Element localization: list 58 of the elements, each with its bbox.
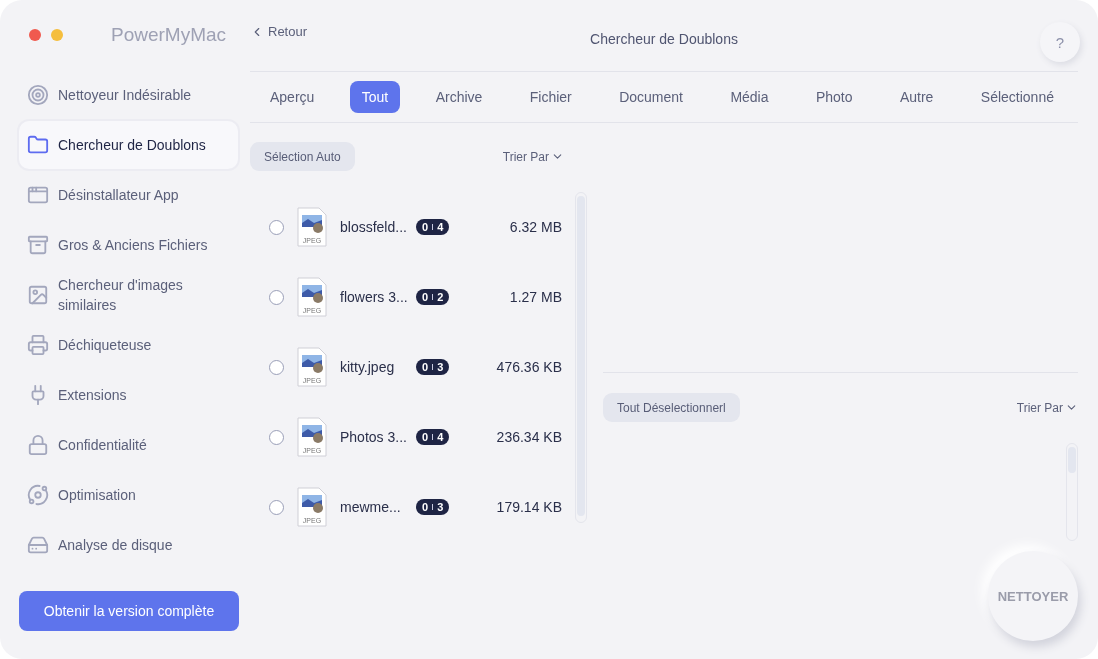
count-badge: 0 4: [416, 429, 450, 445]
orbit-icon: [27, 484, 49, 506]
printer-icon: [27, 334, 49, 356]
count-badge: 0 2: [416, 289, 450, 305]
tab[interactable]: Média: [718, 81, 781, 113]
checkbox[interactable]: [269, 289, 284, 305]
checkbox[interactable]: [269, 359, 284, 375]
app-title: PowerMyMac: [111, 24, 227, 46]
target-icon: [27, 84, 49, 106]
sidebar-item[interactable]: Gros & Anciens Fichiers: [19, 221, 238, 269]
tab[interactable]: Archive: [423, 81, 495, 113]
back-button[interactable]: Retour: [250, 24, 308, 39]
sidebar-item[interactable]: Désinstallateur App: [19, 171, 238, 219]
tab[interactable]: Tout: [349, 81, 401, 113]
sidebar-item[interactable]: Confidentialité: [19, 421, 238, 469]
count-badge: 0 4: [416, 219, 450, 235]
lock-icon: [27, 434, 49, 456]
sort-dropdown[interactable]: Trier Par: [1016, 400, 1078, 415]
file-name: mewme...: [340, 499, 402, 515]
file-size: 476.36 KB: [496, 359, 562, 375]
sidebar-item[interactable]: Extensions: [19, 371, 238, 419]
tab[interactable]: Autre: [887, 81, 946, 113]
auto-select-button[interactable]: Sélection Auto: [250, 142, 355, 171]
file-name: blossfeld...: [340, 219, 408, 235]
box-icon: [27, 234, 49, 256]
minimize-dot[interactable]: [51, 29, 63, 41]
checkbox[interactable]: [269, 429, 284, 445]
sort-dropdown[interactable]: Trier Par: [502, 149, 564, 164]
file-name: kitty.jpeg: [340, 359, 396, 375]
app-icon: [27, 184, 49, 206]
checkbox[interactable]: [269, 499, 284, 515]
tab[interactable]: Fichier: [517, 81, 584, 113]
folder-icon: [27, 134, 49, 156]
sidebar-item[interactable]: Optimisation: [19, 471, 238, 519]
tab[interactable]: Aperçu: [258, 81, 327, 113]
file-size: 236.34 KB: [496, 429, 562, 445]
count-badge: 0 3: [416, 499, 450, 515]
file-name: Photos 3...: [340, 429, 408, 445]
image-icon: [27, 284, 49, 306]
file-size: 1.27 MB: [509, 289, 562, 305]
deselect-all-button[interactable]: Tout Déselectionnerl: [603, 393, 740, 422]
checkbox[interactable]: [269, 219, 284, 235]
tab[interactable]: Document: [607, 81, 695, 113]
file-size: 179.14 KB: [496, 499, 562, 515]
file-name: flowers 3...: [340, 289, 409, 305]
tab[interactable]: Sélectionné: [968, 81, 1066, 113]
close-dot[interactable]: [29, 29, 41, 41]
sidebar-item[interactable]: Déchiqueteuse: [19, 321, 238, 369]
sidebar-item[interactable]: Chercheur d'images similaires: [19, 271, 238, 319]
tab[interactable]: Photo: [803, 81, 865, 113]
page-title: Chercheur de Doublons: [590, 30, 738, 47]
sidebar-item[interactable]: Analyse de disque: [19, 521, 238, 569]
upgrade-button[interactable]: Obtenir la version complète: [19, 591, 239, 631]
sidebar-item[interactable]: Chercheur de Doublons: [19, 121, 238, 169]
sidebar-item[interactable]: Nettoyeur Indésirable: [19, 71, 238, 119]
help-button[interactable]: ?: [1040, 22, 1080, 62]
count-badge: 0 3: [416, 359, 450, 375]
file-size: 6.32 MB: [509, 219, 562, 235]
